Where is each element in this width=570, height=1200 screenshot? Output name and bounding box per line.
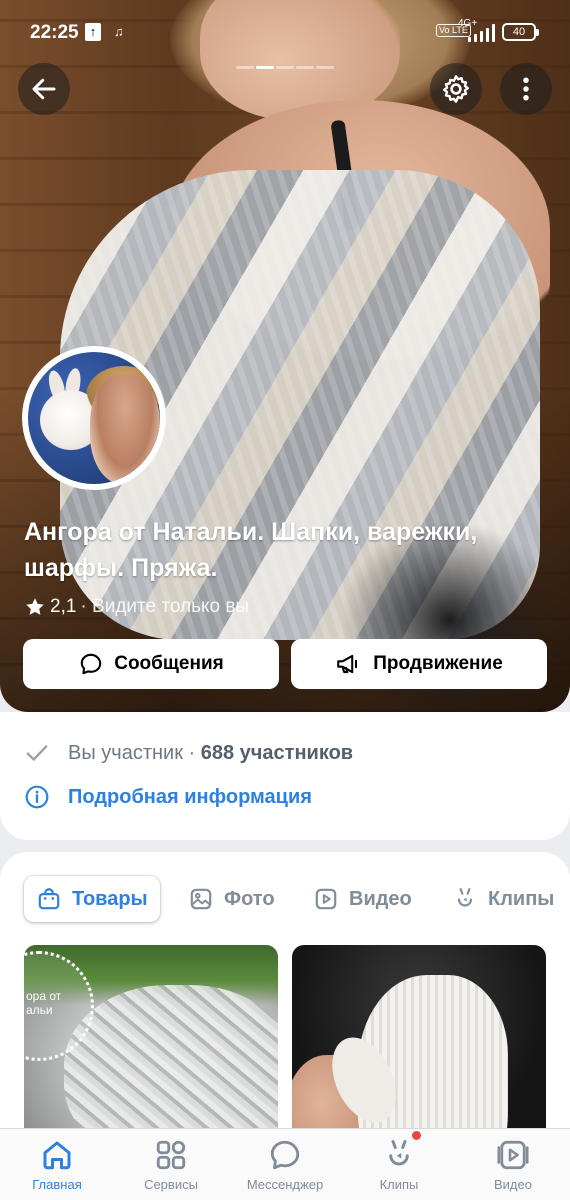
content-tabs: Товары Фото Видео Клипы [0,876,570,924]
nav-clips-label: Клипы [379,1177,419,1192]
details-label: Подробная информация [68,785,312,808]
settings-button[interactable] [430,63,482,115]
services-icon [156,1140,186,1170]
status-bar: 22:25 ↑ ♫ Vo LTE 4G+ 40 [0,14,570,50]
membership-status: Вы участник · [68,741,196,764]
music-note-icon: ♫ [114,24,124,39]
tab-photo-label: Фото [224,887,275,910]
tab-goods[interactable]: Товары [24,876,160,922]
messenger-icon [270,1140,300,1170]
clips-icon [389,1140,409,1166]
more-vertical-icon [523,77,529,101]
cover-pager [236,66,336,70]
group-avatar[interactable] [22,346,166,490]
avatar-photo [28,352,160,484]
arrow-left-icon [32,78,56,100]
checkmark-icon [26,745,48,761]
upload-arrow-icon: ↑ [85,23,101,41]
gear-icon [442,75,470,103]
watermark-text: ора от альи [26,989,62,1017]
woman-image [90,374,160,484]
star-icon [26,598,44,615]
tab-clips[interactable]: Клипы [440,876,566,922]
clips-icon [457,888,473,907]
message-bubble-icon [80,653,102,675]
nav-messenger[interactable]: Мессенджер [228,1129,342,1200]
nav-video[interactable]: Видео [456,1129,570,1200]
group-rating[interactable]: 2,1 [50,596,76,618]
group-meta: 2,1 · Видите только вы [24,596,249,618]
group-name: Ангора от Натальи. Шапки, варежки, шарфы… [24,518,478,582]
bottom-navigation: Главная Сервисы Мессенджер Клипы Видео [0,1128,570,1200]
product-card[interactable]: ора от альи [24,945,278,1145]
messages-button[interactable]: Сообщения [23,639,279,689]
details-link[interactable]: Подробная информация [24,784,312,810]
promote-label: Продвижение [373,653,503,674]
home-icon [43,1141,71,1170]
bag-icon [38,888,60,910]
members-suffix: участников [239,741,354,764]
video-icon [315,888,337,910]
notification-dot [412,1131,421,1140]
messages-label: Сообщения [114,653,224,674]
nav-video-label: Видео [494,1177,532,1192]
product-photo-angora-fiber [64,985,278,1145]
visibility-note: · Видите только вы [80,596,250,617]
tab-video[interactable]: Видео [301,876,424,922]
membership-row[interactable]: Вы участник · 688 участников [24,740,353,766]
battery-icon: 40 [502,23,539,41]
video-icon [497,1140,529,1170]
promote-button[interactable]: Продвижение [291,639,547,689]
nav-services-label: Сервисы [144,1177,198,1192]
signal-bars-icon [466,24,496,42]
tab-video-label: Видео [349,887,412,910]
members-count: 688 [200,741,235,764]
tab-clips-label: Клипы [488,887,555,910]
product-card[interactable] [292,945,546,1145]
nav-services[interactable]: Сервисы [114,1129,228,1200]
status-time: 22:25 [30,22,79,43]
nav-home-label: Главная [32,1177,82,1192]
megaphone-icon [337,654,358,674]
more-button[interactable] [500,63,552,115]
group-info-card: Вы участник · 688 участников Подробная и… [0,712,570,840]
nav-clips[interactable]: Клипы [342,1129,456,1200]
info-circle-icon [25,785,49,809]
tab-goods-label: Товары [72,887,148,910]
tab-photo[interactable]: Фото [176,876,287,922]
back-button[interactable] [18,63,70,115]
photo-icon [190,888,212,910]
nav-messenger-label: Мессенджер [246,1177,324,1192]
nav-home[interactable]: Главная [0,1129,114,1200]
